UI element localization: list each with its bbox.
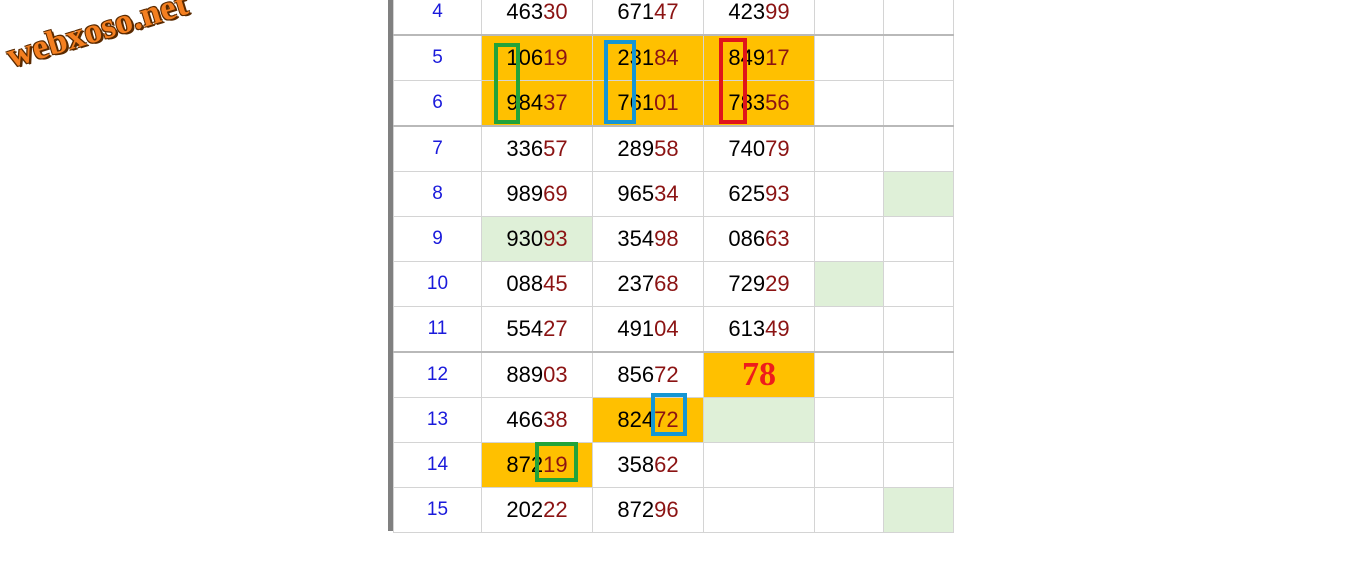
empty-cell	[814, 351, 884, 398]
result-cell-highlighted: 84917	[703, 34, 815, 81]
result-cell: 67147	[592, 0, 704, 36]
result-cell: 23768	[592, 261, 704, 307]
empty-cell	[883, 80, 954, 127]
row-number: 4	[393, 0, 482, 36]
table-row: 5 10619 23184 84917	[393, 34, 954, 81]
empty-cell	[883, 261, 954, 307]
result-cell: 35862	[592, 442, 704, 488]
empty-cell	[883, 397, 954, 443]
empty-cell	[883, 125, 954, 172]
table-row: 14 87219 35862	[393, 442, 954, 488]
table-row: 15 20222 87296	[393, 487, 954, 533]
table-row: 11 55427 49104 61349	[393, 306, 954, 353]
empty-cell	[814, 34, 884, 81]
result-cell: 28958	[592, 125, 704, 172]
hit-marker-cell	[703, 397, 815, 443]
table-row: 4 46330 67147 42399	[393, 0, 954, 36]
empty-cell	[814, 306, 884, 353]
result-cell: 49104	[592, 306, 704, 353]
empty-cell	[883, 306, 954, 353]
row-number: 14	[393, 442, 482, 488]
result-cell-highlighted: 98437	[481, 80, 593, 127]
result-cell-highlighted: 82472	[592, 397, 704, 443]
empty-cell	[883, 216, 954, 262]
result-cell: 33657	[481, 125, 593, 172]
row-number: 5	[393, 34, 482, 81]
hit-marker-cell	[883, 171, 954, 217]
row-number: 15	[393, 487, 482, 533]
result-cell-hit: 93093	[481, 216, 593, 262]
watermark-logo: webxoso.net	[2, 0, 193, 76]
row-number: 12	[393, 351, 482, 398]
row-number: 13	[393, 397, 482, 443]
result-cell: 87296	[592, 487, 704, 533]
result-cell: 74079	[703, 125, 815, 172]
table-row: 6 98437 76101 78356	[393, 80, 954, 127]
empty-cell	[814, 216, 884, 262]
empty-cell	[883, 351, 954, 398]
prediction-number: 78	[742, 356, 776, 393]
empty-cell	[703, 442, 815, 488]
empty-cell	[814, 487, 884, 533]
lottery-results-grid: 4 46330 67147 42399 5 10619 23184 84917 …	[388, 0, 960, 533]
row-number: 6	[393, 80, 482, 127]
table-row: 12 88903 85672 78	[393, 351, 954, 398]
result-cell: 85672	[592, 351, 704, 398]
result-cell: 46638	[481, 397, 593, 443]
result-cell-highlighted: 78356	[703, 80, 815, 127]
empty-cell	[814, 80, 884, 127]
row-number: 10	[393, 261, 482, 307]
row-number: 9	[393, 216, 482, 262]
table-row: 9 93093 35498 08663	[393, 216, 954, 262]
result-cell: 46330	[481, 0, 593, 36]
table-row: 10 08845 23768 72929	[393, 261, 954, 307]
result-cell: 88903	[481, 351, 593, 398]
result-cell: 42399	[703, 0, 815, 36]
result-cell: 35498	[592, 216, 704, 262]
table-row: 7 33657 28958 74079	[393, 125, 954, 172]
empty-cell	[883, 0, 954, 36]
table-row: 13 46638 82472	[393, 397, 954, 443]
result-cell-highlighted: 23184	[592, 34, 704, 81]
empty-cell	[883, 442, 954, 488]
result-cell-highlighted: 10619	[481, 34, 593, 81]
row-number: 7	[393, 125, 482, 172]
result-cell-highlighted: 87219	[481, 442, 593, 488]
empty-cell	[814, 0, 884, 36]
result-cell: 20222	[481, 487, 593, 533]
table-row: 8 98969 96534 62593	[393, 171, 954, 217]
empty-cell	[814, 442, 884, 488]
row-number: 11	[393, 306, 482, 353]
result-cell: 96534	[592, 171, 704, 217]
result-cell: 98969	[481, 171, 593, 217]
result-cell: 08663	[703, 216, 815, 262]
result-cell: 62593	[703, 171, 815, 217]
row-number: 8	[393, 171, 482, 217]
prediction-cell: 78	[703, 351, 815, 398]
empty-cell	[814, 171, 884, 217]
result-cell: 61349	[703, 306, 815, 353]
empty-cell	[703, 487, 815, 533]
result-cell: 72929	[703, 261, 815, 307]
empty-cell	[883, 34, 954, 81]
result-cell: 55427	[481, 306, 593, 353]
results-table: 4 46330 67147 42399 5 10619 23184 84917 …	[393, 0, 954, 533]
result-cell-highlighted: 76101	[592, 80, 704, 127]
hit-marker-cell	[814, 261, 884, 307]
result-cell: 08845	[481, 261, 593, 307]
empty-cell	[814, 397, 884, 443]
hit-marker-cell	[883, 487, 954, 533]
empty-cell	[814, 125, 884, 172]
